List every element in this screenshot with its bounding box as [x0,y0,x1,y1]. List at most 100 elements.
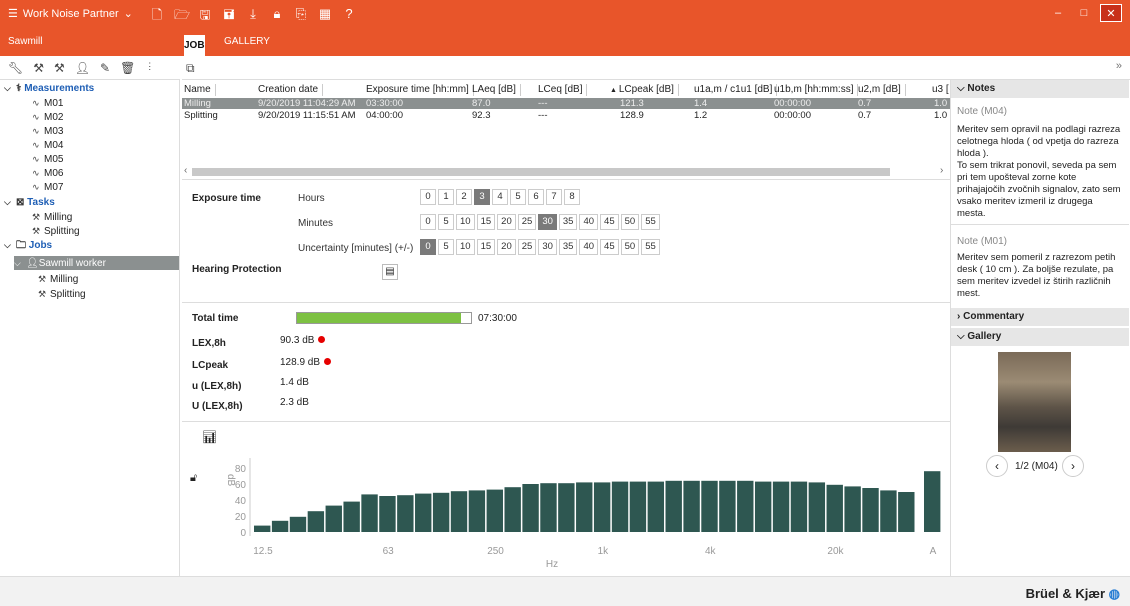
minutes-option-button[interactable]: 5 [438,214,454,230]
save-as-icon[interactable]: 🖬 [222,6,236,28]
scrollbar-thumb[interactable] [192,168,890,176]
minutes-option-button[interactable]: 10 [456,214,475,230]
column-header[interactable]: Creation date [258,84,324,96]
horizontal-scrollbar[interactable]: ‹ › [182,165,950,177]
open-folder-icon[interactable]: 🗁 [174,6,190,28]
uncertainty-option-button[interactable]: 35 [558,239,578,255]
tree-item-measurement[interactable]: ∿ M04 [32,139,63,151]
scroll-right-icon[interactable]: › [940,165,943,176]
tree-item-job[interactable]: ⌵ 👤︎Sawmill worker [14,256,179,270]
tree-item-measurement[interactable]: ∿ M03 [32,125,63,137]
column-header[interactable]: Exposure time [hh:mm] [366,84,474,96]
minimize-icon[interactable]: – [1048,4,1068,22]
gallery-prev-button[interactable]: ‹ [986,455,1008,477]
notes-header[interactable]: ⌵ Notes [951,80,1129,98]
tree-item-measurement[interactable]: ∿ M01 [32,97,63,109]
minutes-option-button[interactable]: 40 [579,214,599,230]
help-icon[interactable]: ? [342,6,356,28]
uncertainty-option-button[interactable]: 30 [538,239,557,255]
tree-item-measurement[interactable]: ∿ M05 [32,153,63,165]
hours-option-button[interactable]: 4 [492,189,508,205]
column-header[interactable]: Name [184,84,216,96]
uncertainty-option-button[interactable]: 0 [420,239,436,255]
hours-option-button[interactable]: 6 [528,189,544,205]
notes-panel: ⌵ Notes Note (M04) Meritev sem opravil n… [950,80,1130,576]
minutes-option-button[interactable]: 50 [620,214,640,230]
tree-item-measurement[interactable]: ∿ M07 [32,181,63,193]
uncertainty-option-button[interactable]: 10 [456,239,475,255]
minutes-option-button[interactable]: 25 [517,214,537,230]
column-header[interactable]: u1a,m / c1u1 [dB] [694,84,778,96]
minutes-option-button[interactable]: 15 [476,214,496,230]
hours-option-button[interactable]: 2 [456,189,472,205]
hearing-protection-button[interactable]: ▤ [382,264,398,280]
table-row[interactable]: Milling 9/20/2019 11:04:29 AM 03:30:00 8… [182,98,950,109]
collapse-panel-icon[interactable]: » [1116,60,1122,72]
close-icon[interactable]: ✕ [1100,4,1122,22]
uncertainty-option-button[interactable]: 25 [517,239,537,255]
column-header[interactable]: u1b,m [hh:mm:ss] [774,84,859,96]
hours-option-button[interactable]: 8 [564,189,580,205]
tree-node-tasks[interactable]: ⌵ ⊠ Tasks [4,196,55,208]
spectrum-chart-svg: dB02040608012.5 63 250 1k 4k 20k AHz [225,458,941,570]
minutes-option-button[interactable]: 30 [538,214,557,230]
uncertainty-option-button[interactable]: 50 [620,239,640,255]
minutes-option-button[interactable]: 20 [497,214,516,230]
uncertainty-option-button[interactable]: 15 [476,239,496,255]
quick-toolbar: 🗋 🗁 🖫 🖬 ⤓ 🔒︎ ⎘ ▦ ? [150,6,356,28]
more-icon[interactable]: ⋮ [145,61,154,74]
tab-gallery[interactable]: GALLERY [224,36,270,47]
add-task-icon[interactable]: ⚒ [54,61,65,75]
hours-option-button[interactable]: 7 [546,189,562,205]
column-header[interactable]: LAeq [dB] [472,84,521,96]
column-header[interactable]: LCeq [dB] [538,84,588,96]
gallery-header[interactable]: ⌵ Gallery [951,328,1129,346]
tree-item-task[interactable]: ⚒ Splitting [32,225,80,237]
export-icon[interactable]: ⎘ [294,6,308,28]
app-menu-button[interactable]: ☰ Work Noise Partner ⌄ [8,7,133,21]
uncertainty-option-button[interactable]: 45 [600,239,619,255]
add-worker-icon[interactable]: 👤︎ [75,61,90,75]
minutes-option-button[interactable]: 55 [641,214,660,230]
copy-icon[interactable]: ⧉ [186,61,195,75]
hours-option-button[interactable]: 1 [438,189,454,205]
hours-option-button[interactable]: 0 [420,189,436,205]
minutes-option-button[interactable]: 45 [600,214,619,230]
tree-item-measurement[interactable]: ∿ M06 [32,167,63,179]
column-header[interactable]: u2,m [dB] [858,84,906,96]
tree-item-job-task[interactable]: ⚒ Milling [38,273,78,285]
tree-node-jobs[interactable]: ⌵ 🗀 Jobs [4,239,52,251]
hours-option-button[interactable]: 3 [474,189,490,205]
lock-icon[interactable]: 🔒︎ [270,6,284,28]
chart-bar [647,481,665,532]
uncertainty-option-button[interactable]: 20 [497,239,516,255]
delete-icon[interactable]: 🗑︎ [120,61,135,75]
hours-option-button[interactable]: 5 [510,189,526,205]
save-icon[interactable]: 🖫 [198,6,212,28]
gallery-photo[interactable] [998,352,1071,452]
add-measurement-icon[interactable]: ⚒ [33,61,44,75]
maximize-icon[interactable]: □ [1074,4,1094,22]
tab-job[interactable]: JOB [184,35,205,56]
u-value: 1.4 dB [280,377,309,388]
uncertainty-option-button[interactable]: 55 [641,239,660,255]
tree-item-job-task[interactable]: ⚒ Splitting [38,288,86,300]
new-file-icon[interactable]: 🗋 [150,6,164,28]
tree-item-task[interactable]: ⚒ Milling [32,211,72,223]
scroll-left-icon[interactable]: ‹ [184,165,187,176]
gallery-next-button[interactable]: › [1062,455,1084,477]
edit-icon[interactable]: ✎ [100,61,110,75]
uncertainty-option-button[interactable]: 5 [438,239,454,255]
minutes-option-button[interactable]: 35 [558,214,578,230]
tree-node-measurements[interactable]: ⌵ ⚕ Measurements [4,82,94,94]
download-icon[interactable]: ⤓ [246,6,260,28]
wrench-icon[interactable]: 🔧︎ [8,61,23,75]
minutes-option-button[interactable]: 0 [420,214,436,230]
table-row[interactable]: Splitting 9/20/2019 11:15:51 AM 04:00:00… [182,110,950,121]
right-toolbar: » [950,56,1130,80]
uncertainty-option-button[interactable]: 40 [579,239,599,255]
commentary-header[interactable]: › Commentary [951,308,1129,326]
calculator-icon[interactable]: ▦ [318,6,332,28]
column-header[interactable]: ▲ LCpeak [dB] [610,84,679,96]
tree-item-measurement[interactable]: ∿ M02 [32,111,63,123]
